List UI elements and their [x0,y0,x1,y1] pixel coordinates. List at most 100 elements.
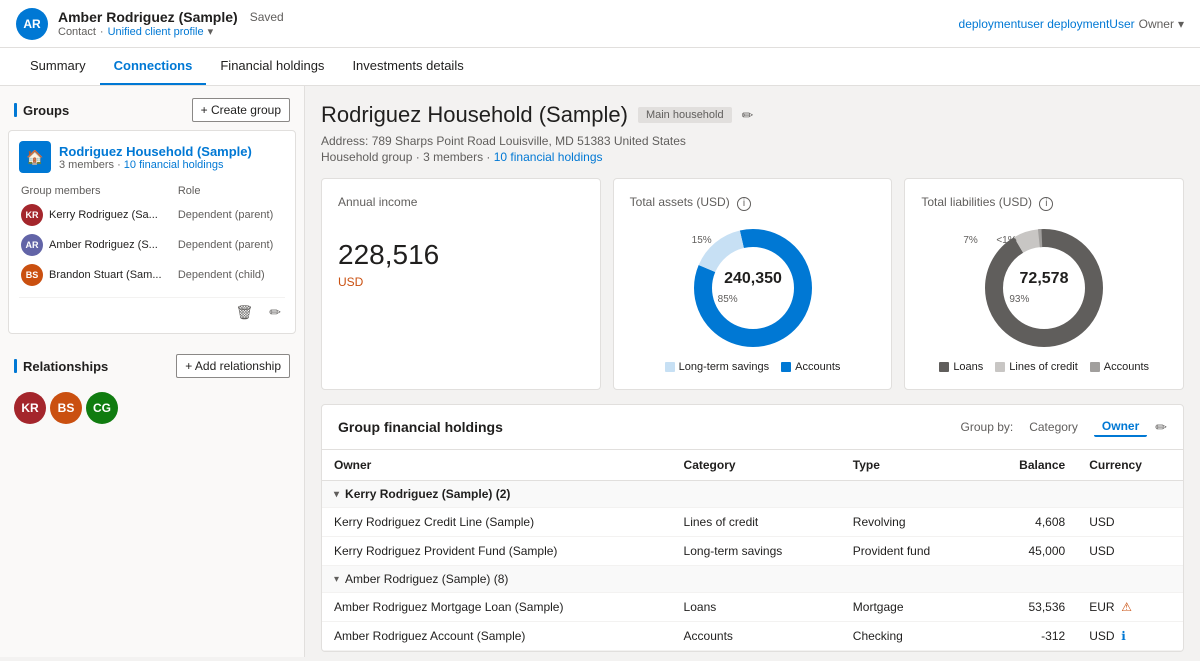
groupby-label: Group by: [961,420,1014,434]
legend-dot [1090,362,1100,372]
chevron-down-icon[interactable]: ▾ [208,25,214,38]
contact-label: Contact [58,26,96,38]
percent-bottom: 93% [1009,294,1029,305]
delete-button[interactable]: 🗑 [231,302,257,323]
legend-dot [781,362,791,372]
relationship-avatars: KR BS CG [8,386,296,430]
chart-legend-liabilities: Loans Lines of credit Accounts [921,361,1167,373]
groupby-category[interactable]: Category [1021,418,1086,436]
chevron-down-icon: ▾ [334,489,339,500]
chart-legend-assets: Long-term savings Accounts [630,361,876,373]
annual-income-card: Annual income 228,516 USD [321,178,601,390]
member-name: Amber Rodriguez (S... [49,239,158,251]
legend-label: Long-term savings [679,361,770,373]
legend-dot [939,362,949,372]
holding-type: Checking [841,622,981,651]
avatar[interactable]: KR [14,392,46,424]
member-row: BS Brandon Stuart (Sam... [21,264,176,286]
member-name: Kerry Rodriguez (Sa... [49,209,158,221]
tab-connections[interactable]: Connections [100,48,207,85]
legend-item-long-term: Long-term savings [665,361,770,373]
holding-balance: 45,000 [981,537,1078,566]
holdings-table: Owner Category Type Balance Currency ▾ K… [322,450,1183,651]
groups-title: Groups [14,103,69,118]
holding-name: Amber Rodriguez Account (Sample) [322,622,672,651]
household-subinfo: Household group · 3 members · 10 financi… [321,150,1184,164]
user-link[interactable]: deploymentuser deploymentUser [959,17,1135,31]
groupby-owner[interactable]: Owner [1094,417,1147,437]
avatar: BS [21,264,43,286]
saved-label: Saved [250,10,284,24]
household-header: Rodriguez Household (Sample) Main househ… [321,102,1184,128]
table-row: Amber Rodriguez Mortgage Loan (Sample) L… [322,593,1183,622]
tab-financial-holdings[interactable]: Financial holdings [206,48,338,85]
owner-expand[interactable]: ▾ Amber Rodriguez (Sample) (8) [334,572,1171,586]
members-col-header: Group members [21,183,176,199]
avatar: KR [21,204,43,226]
table-row: ▾ Amber Rodriguez (Sample) (8) [322,566,1183,593]
holding-balance: 4,608 [981,508,1078,537]
tab-investments-details[interactable]: Investments details [338,48,477,85]
info-icon: ℹ [1121,629,1126,643]
group-icon: 🏠 [19,141,51,173]
relationships-header: Relationships + Add relationship [8,346,296,386]
owner-name: Amber Rodriguez (Sample) (8) [345,572,508,586]
col-owner: Owner [322,450,672,481]
warning-icon: ⚠ [1121,600,1132,614]
financial-holdings-link[interactable]: 10 financial holdings [494,150,603,164]
percent-top-right: <1% [996,235,1016,246]
table-row: Amber Rodriguez Account (Sample) Account… [322,622,1183,651]
holding-category: Lines of credit [672,508,841,537]
edit-button[interactable]: ✏ [265,302,285,323]
create-group-button[interactable]: + Create group [192,98,290,122]
percent-top: 15% [692,235,712,246]
add-relationship-button[interactable]: + Add relationship [176,354,290,378]
legend-label: Loans [953,361,983,373]
annual-income-title: Annual income [338,195,584,209]
relationships-title: Relationships [14,359,108,374]
owner-label: Owner [1139,17,1174,31]
avatar[interactable]: BS [50,392,82,424]
total-assets-title: Total assets (USD) i [630,195,876,211]
legend-label: Lines of credit [1009,361,1077,373]
holding-name: Kerry Rodriguez Provident Fund (Sample) [322,537,672,566]
percent-top-left: 7% [963,235,977,246]
edit-holdings-button[interactable]: ✏ [1155,419,1167,436]
table-row: Kerry Rodriguez Credit Line (Sample) Lin… [322,508,1183,537]
donut-chart-liabilities: 72,578 7% <1% 93% [921,223,1167,353]
avatar[interactable]: CG [86,392,118,424]
annual-income-value: 228,516 [338,239,584,271]
svg-text:240,350: 240,350 [724,270,782,287]
annual-income-currency: USD [338,275,584,289]
profile-link[interactable]: Unified client profile [108,26,204,38]
owner-name: Kerry Rodriguez (Sample) (2) [345,487,510,501]
info-icon[interactable]: i [1039,197,1053,211]
tab-summary[interactable]: Summary [16,48,100,85]
members-table: Group members Role KR Kerry Rodriguez (S… [19,181,285,291]
holdings-title: Group financial holdings [338,419,503,435]
header-left: AR Amber Rodriguez (Sample) Saved Contac… [16,8,284,40]
col-category: Category [672,450,841,481]
table-row: KR Kerry Rodriguez (Sa... Dependent (par… [21,201,283,229]
chevron-down-icon: ▾ [334,574,339,585]
member-name: Brandon Stuart (Sam... [49,269,162,281]
group-name[interactable]: Rodriguez Household (Sample) [59,144,252,159]
holding-type: Revolving [841,508,981,537]
info-icon[interactable]: i [737,197,751,211]
household-address: Address: 789 Sharps Point Road Louisvill… [321,134,1184,148]
edit-household-button[interactable]: ✏ [742,107,754,124]
card-actions: 🗑 ✏ [19,297,285,323]
holding-type: Provident fund [841,537,981,566]
svg-text:72,578: 72,578 [1020,270,1069,287]
owner-expand[interactable]: ▾ Kerry Rodriguez (Sample) (2) [334,487,1171,501]
percent-bottom: 85% [718,294,738,305]
avatar: AR [21,234,43,256]
holding-category: Long-term savings [672,537,841,566]
cards-row: Annual income 228,516 USD Total assets (… [321,178,1184,390]
layout: Groups + Create group 🏠 Rodriguez Househ… [0,86,1200,657]
header-right: deploymentuser deploymentUser Owner ▾ [959,17,1184,31]
main-content: Rodriguez Household (Sample) Main househ… [305,86,1200,657]
chevron-down-icon[interactable]: ▾ [1178,17,1184,31]
avatar: AR [16,8,48,40]
holdings-section: Group financial holdings Group by: Categ… [321,404,1184,652]
